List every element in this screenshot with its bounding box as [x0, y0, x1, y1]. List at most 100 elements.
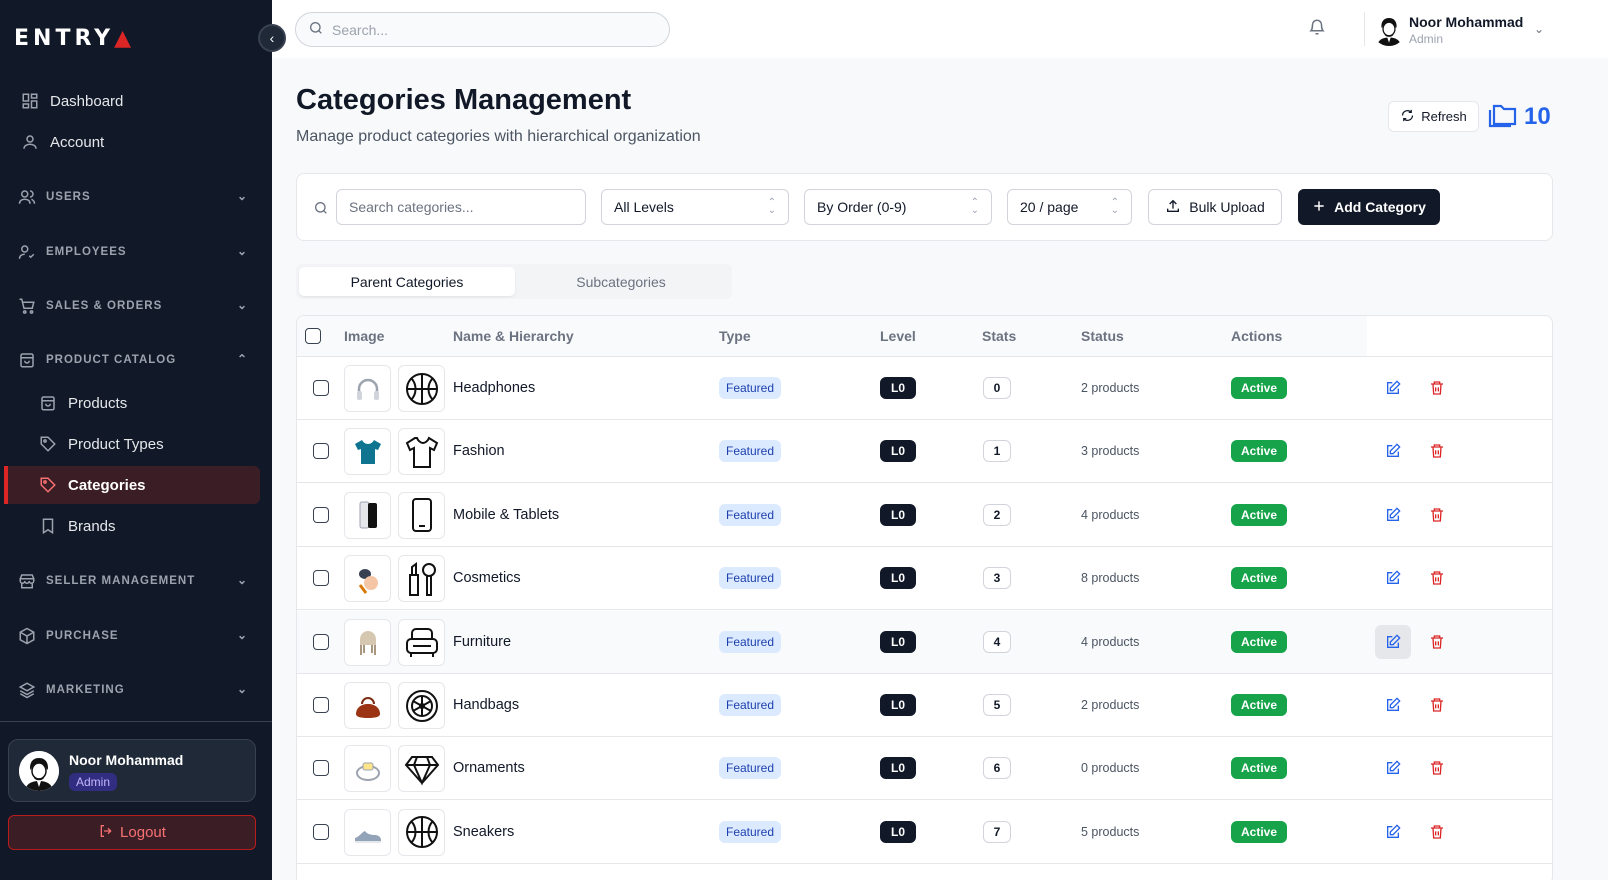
table-row[interactable]: Mobile & Tablets Featured L0 2 4 products Act…: [297, 484, 1552, 547]
sidebar-collapse-button[interactable]: ‹: [258, 24, 286, 52]
edit-button[interactable]: [1375, 688, 1411, 722]
phone-photo-icon: [359, 501, 377, 529]
delete-button[interactable]: [1419, 815, 1455, 849]
total-count: 10: [1488, 100, 1551, 133]
sidebar-item-dashboard[interactable]: Dashboard: [8, 82, 260, 120]
edit-icon: [1387, 380, 1401, 394]
delete-button[interactable]: [1419, 371, 1455, 405]
sidebar-group-sales-orders[interactable]: SALES & ORDERS ⌄: [8, 289, 260, 323]
sidebar-user-card[interactable]: Noor Mohammad Admin: [8, 739, 256, 802]
sidebar-item-categories[interactable]: Categories: [4, 466, 260, 504]
bookmark-icon: [38, 516, 58, 536]
delete-button[interactable]: [1419, 434, 1455, 468]
edit-button[interactable]: [1375, 815, 1411, 849]
order-badge: 6: [983, 757, 1011, 780]
edit-button[interactable]: [1375, 561, 1411, 595]
tab-subcategories[interactable]: Subcategories: [513, 267, 729, 296]
row-checkbox[interactable]: [313, 380, 329, 396]
tab-parent-categories[interactable]: Parent Categories: [299, 267, 515, 296]
select-all-checkbox[interactable]: [305, 328, 321, 344]
sidebar-group-product-catalog[interactable]: PRODUCT CATALOG ⌃: [8, 343, 260, 377]
category-name[interactable]: Headphones: [453, 380, 535, 396]
layers-icon: [16, 679, 38, 701]
level-badge: L0: [880, 820, 916, 843]
chevron-up-down-icon: ⌃ ⌄: [1110, 197, 1119, 216]
category-icon-box: [398, 808, 445, 856]
cart-icon: [16, 295, 38, 317]
refresh-button[interactable]: Refresh: [1388, 101, 1479, 132]
edit-icon: [1387, 760, 1401, 775]
topbar-divider: [1364, 12, 1365, 46]
edit-button[interactable]: [1375, 751, 1411, 785]
sidebar-item-product-types[interactable]: Product Types: [4, 425, 260, 463]
plus-icon: [1312, 199, 1326, 216]
sidebar-group-purchase[interactable]: PURCHASE ⌄: [8, 619, 260, 653]
table-row[interactable]: Furniture Featured L0 4 4 products Active: [297, 610, 1552, 674]
category-name[interactable]: Cosmetics: [453, 570, 521, 586]
sidebar-item-brands[interactable]: Brands: [4, 507, 260, 545]
sidebar-group-seller-management[interactable]: SELLER MANAGEMENT ⌄: [8, 564, 260, 598]
category-photo: [344, 428, 391, 476]
edit-button[interactable]: [1375, 498, 1411, 532]
table-row[interactable]: Handbags Featured L0 5 2 products Active: [297, 674, 1552, 737]
app-logo[interactable]: ENTRY▲: [14, 26, 135, 51]
category-name[interactable]: Ornaments: [453, 760, 525, 776]
notification-bell-icon[interactable]: [1308, 18, 1326, 41]
global-search-input[interactable]: Search...: [295, 12, 670, 47]
table-row[interactable]: Ornaments Featured L0 6 0 products Active: [297, 737, 1552, 801]
row-checkbox[interactable]: [313, 697, 329, 713]
row-checkbox[interactable]: [313, 443, 329, 460]
sidebar-group-label: EMPLOYEES: [46, 246, 127, 258]
category-search-input[interactable]: [336, 189, 586, 225]
row-checkbox[interactable]: [313, 570, 329, 587]
sidebar-item-products[interactable]: Products: [4, 384, 260, 422]
type-badge: Featured: [719, 630, 782, 653]
row-checkbox[interactable]: [313, 506, 329, 523]
edit-button[interactable]: [1375, 434, 1411, 468]
table-row[interactable]: Sneakers Featured L0 7 5 products Active: [297, 801, 1552, 864]
delete-button[interactable]: [1419, 751, 1455, 785]
level-select-value: All Levels: [614, 199, 674, 215]
row-checkbox[interactable]: [313, 633, 329, 650]
delete-button[interactable]: [1419, 498, 1455, 532]
category-name[interactable]: Furniture: [453, 634, 511, 650]
table-row[interactable]: Cosmetics Featured L0 3 8 products Active: [297, 547, 1552, 611]
sidebar-group-marketing[interactable]: MARKETING ⌄: [8, 673, 260, 707]
category-icon-box: [398, 491, 445, 539]
user-menu[interactable]: Noor Mohammad Admin ⌄: [1372, 11, 1552, 47]
sort-select[interactable]: By Order (0-9) ⌃ ⌄: [804, 189, 992, 225]
edit-button[interactable]: [1375, 624, 1411, 659]
user-check-icon: [16, 241, 38, 263]
sidebar-group-employees[interactable]: EMPLOYEES ⌄: [8, 235, 260, 269]
add-category-button[interactable]: Add Category: [1298, 189, 1440, 225]
level-badge: L0: [880, 377, 916, 399]
row-checkbox[interactable]: [313, 823, 329, 840]
logout-label: Logout: [120, 824, 166, 841]
level-select[interactable]: All Levels ⌃ ⌄: [601, 189, 789, 225]
logout-button[interactable]: Logout: [8, 815, 256, 850]
category-photo: [344, 365, 391, 412]
category-name[interactable]: Fashion: [453, 443, 505, 459]
page-size-select[interactable]: 20 / page ⌃ ⌄: [1007, 189, 1132, 225]
sidebar-item-account[interactable]: Account: [8, 123, 260, 161]
category-name[interactable]: Handbags: [453, 697, 519, 713]
delete-button[interactable]: [1419, 625, 1455, 659]
search-icon: [308, 20, 324, 39]
tag-icon: [38, 475, 58, 495]
sidebar-item-label: Dashboard: [50, 92, 124, 110]
sidebar-group-users[interactable]: USERS ⌄: [8, 180, 260, 214]
table-row[interactable]: Fashion Featured L0 1 3 products Active: [297, 420, 1552, 484]
category-name[interactable]: Sneakers: [453, 824, 514, 840]
row-checkbox[interactable]: [313, 760, 329, 777]
delete-button[interactable]: [1419, 688, 1455, 722]
column-header-type: Type: [719, 328, 751, 344]
delete-button[interactable]: [1419, 561, 1455, 595]
category-name[interactable]: Mobile & Tablets: [453, 507, 559, 523]
order-badge: 7: [983, 820, 1011, 843]
order-badge: 5: [983, 694, 1011, 716]
page-subtitle: Manage product categories with hierarchi…: [296, 128, 701, 145]
column-header-level: Level: [880, 328, 916, 344]
edit-button[interactable]: [1375, 371, 1411, 405]
bulk-upload-button[interactable]: Bulk Upload: [1148, 189, 1282, 225]
table-row[interactable]: Headphones Featured L0 0 2 products Active: [297, 357, 1552, 420]
